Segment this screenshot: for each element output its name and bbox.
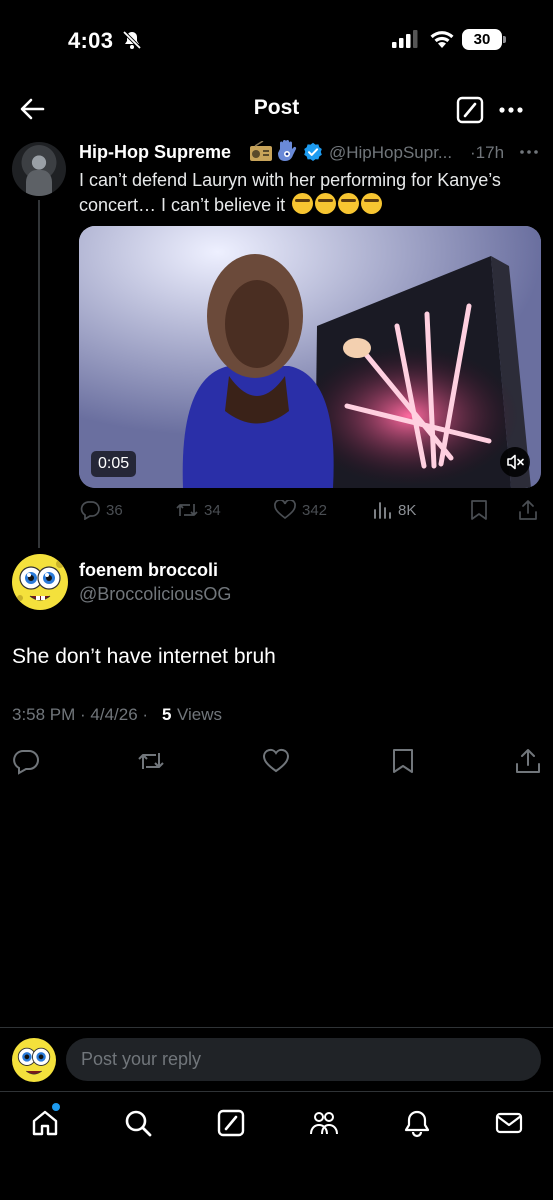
radio-emoji-icon [250, 141, 272, 161]
reply-author-name[interactable]: foenem broccoli [79, 560, 218, 581]
avatar[interactable] [12, 142, 66, 196]
quoted-like-count[interactable]: 342 [274, 498, 327, 522]
more-options-icon[interactable] [517, 143, 541, 161]
notification-dot [52, 1103, 60, 1111]
home-icon[interactable] [30, 1108, 60, 1138]
quoted-post-time: ·17h [470, 143, 505, 162]
crying-face-emoji-icon [315, 193, 337, 214]
bookmark-icon[interactable] [389, 747, 417, 775]
reply-author-handle[interactable]: @BroccoliciousOG [79, 584, 231, 605]
reply-input[interactable] [66, 1038, 541, 1081]
cellular-signal-icon [392, 30, 418, 48]
views-count[interactable]: 5 [162, 705, 171, 725]
share-icon[interactable] [514, 747, 542, 775]
communities-icon[interactable] [309, 1108, 339, 1138]
spongebob-avatar-image [12, 1038, 56, 1082]
divider [0, 1091, 553, 1092]
grok-compose-icon[interactable] [456, 96, 484, 124]
hamsa-emoji-icon [278, 140, 297, 161]
reply-icon [80, 501, 100, 520]
quoted-author-name[interactable]: Hip-Hop Supreme [79, 142, 231, 163]
bell-slash-icon [122, 30, 142, 50]
reply-post-text: She don’t have internet bruh [12, 645, 276, 668]
status-time: 4:03 [68, 28, 114, 53]
search-icon[interactable] [123, 1108, 153, 1138]
video-duration: 0:05 [91, 451, 137, 477]
share-icon[interactable] [518, 499, 538, 521]
wifi-icon [430, 31, 454, 48]
divider [0, 1027, 553, 1028]
avatar[interactable] [12, 554, 68, 610]
quoted-reply-count[interactable]: 36 [80, 498, 123, 522]
quoted-post-text: I can’t defend Lauryn with her performin… [79, 170, 501, 215]
mute-icon[interactable] [500, 447, 530, 477]
video-thumbnail[interactable] [79, 226, 541, 488]
notifications-bell-icon[interactable] [402, 1108, 432, 1138]
quoted-repost-count[interactable]: 34 [176, 498, 221, 522]
reply-icon[interactable] [12, 747, 40, 775]
bookmark-icon[interactable] [469, 499, 489, 521]
views-label[interactable]: Views [177, 705, 222, 725]
verified-badge-icon [304, 142, 322, 161]
quoted-author-handle[interactable]: @HipHopSupr... [329, 143, 452, 163]
grok-icon[interactable] [216, 1108, 246, 1138]
thread-line [38, 200, 40, 548]
repost-icon [176, 504, 198, 516]
crying-face-emoji-icon [361, 193, 383, 214]
views-chart-icon [374, 502, 391, 519]
more-options-icon[interactable] [497, 96, 525, 124]
post-timestamp: 3:58 PM · 4/4/26 · [12, 705, 149, 724]
messages-icon[interactable] [494, 1108, 524, 1138]
battery-indicator: 30 [462, 29, 506, 50]
heart-icon[interactable] [262, 747, 290, 775]
crying-face-emoji-icon [338, 193, 360, 214]
quoted-views-count[interactable]: 8K [372, 498, 416, 522]
spongebob-avatar-image [12, 554, 68, 610]
avatar[interactable] [12, 1038, 56, 1082]
crying-face-emoji-icon [292, 193, 314, 214]
video-frame [79, 226, 541, 488]
heart-icon [274, 500, 296, 520]
repost-icon[interactable] [137, 747, 165, 775]
